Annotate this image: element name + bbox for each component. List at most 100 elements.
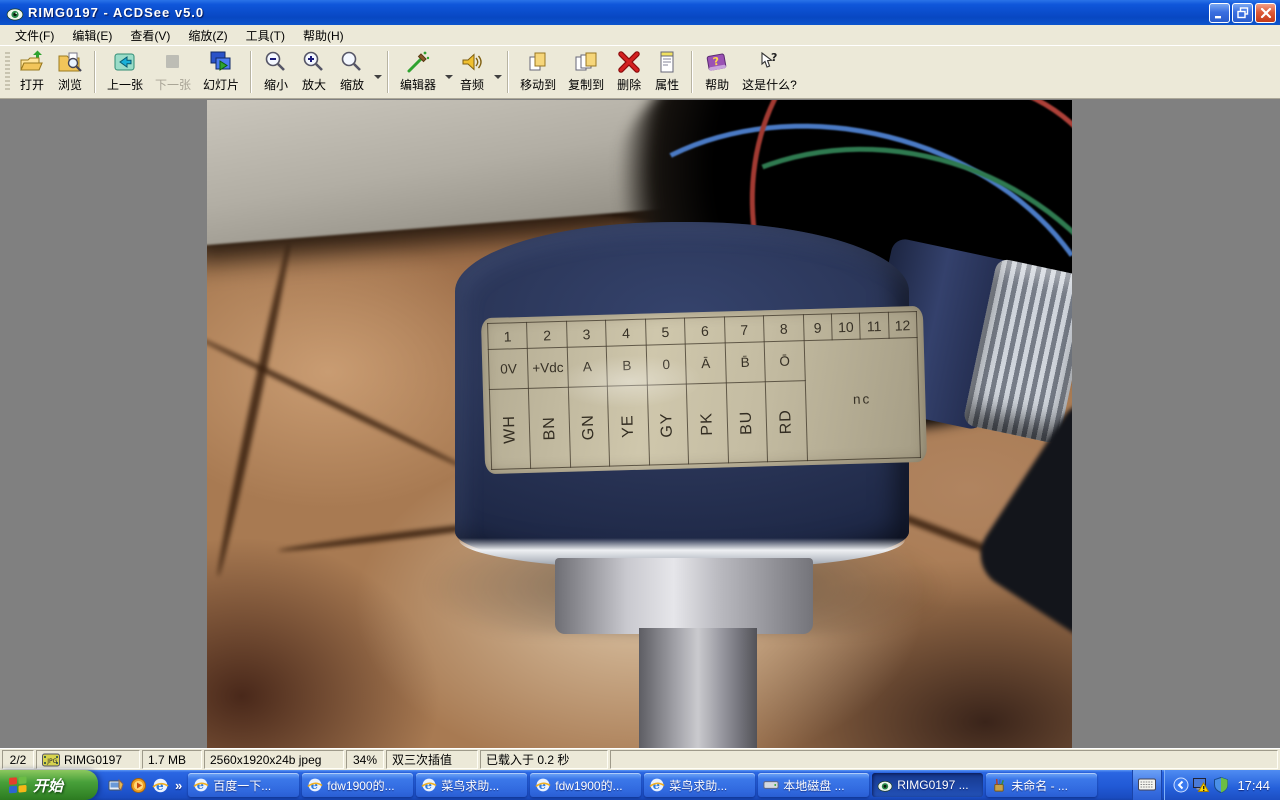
status-filesize: 1.7 MB <box>142 750 202 769</box>
properties-button[interactable]: 属性 <box>648 48 686 96</box>
start-label: 开始 <box>33 775 63 796</box>
photo-encoder-shaft <box>639 628 757 748</box>
photo-crack <box>214 243 293 577</box>
toolbar-button-label: 帮助 <box>705 76 729 93</box>
display-warning-tray-icon[interactable] <box>1193 777 1209 793</box>
taskbar-button-cainiao-1[interactable]: e 菜鸟求助... <box>416 773 527 797</box>
toolbar-button-label: 打开 <box>20 76 44 93</box>
zoom-icon <box>339 50 365 74</box>
acdsee-window: RIMG0197 - ACDSee v5.0 文件(F) 编辑(E) 查看(V)… <box>0 0 1280 800</box>
menu-help[interactable]: 帮助(H) <box>294 25 353 46</box>
svg-text:e: e <box>425 778 432 792</box>
taskbar-button-acdsee-active[interactable]: RIMG0197 ... <box>872 773 983 797</box>
hide-icons-chevron-icon[interactable] <box>1173 777 1189 793</box>
help-button[interactable]: ? 帮助 <box>698 48 736 96</box>
taskbar-button-local-disk[interactable]: 本地磁盘 ... <box>758 773 869 797</box>
pin-cell: 11 <box>860 312 889 339</box>
copy-to-button[interactable]: 复制到 <box>562 48 610 96</box>
wire-color-cell: BU <box>726 382 768 463</box>
internet-explorer-icon[interactable]: e <box>152 777 169 794</box>
slideshow-button[interactable]: 幻灯片 <box>197 48 245 96</box>
taskbar-button-fdw1900-1[interactable]: e fdw1900的... <box>302 773 413 797</box>
open-button[interactable]: 打开 <box>13 48 51 96</box>
signal-cell: A <box>567 346 608 387</box>
toolbar-button-label: 复制到 <box>568 76 604 93</box>
start-button[interactable]: 开始 <box>0 770 98 800</box>
taskbar-button-fdw1900-2[interactable]: e fdw1900的... <box>530 773 641 797</box>
pin-cell: 1 <box>488 322 528 349</box>
toolbar-separator <box>387 51 389 93</box>
security-shield-tray-icon[interactable] <box>1213 777 1229 793</box>
browse-button[interactable]: 浏览 <box>51 48 89 96</box>
signal-cell: Ō <box>764 341 805 382</box>
audio-dropdown-arrow-icon[interactable] <box>494 75 502 79</box>
quick-launch-overflow-chevron[interactable]: » <box>175 778 182 793</box>
signal-cell: B <box>607 345 648 386</box>
pin-cell: 2 <box>527 321 567 348</box>
browse-icon <box>57 50 83 74</box>
photo-encoder-flange <box>555 558 813 634</box>
delete-button[interactable]: 删除 <box>610 48 648 96</box>
move-to-button[interactable]: 移动到 <box>514 48 562 96</box>
taskbar-button-baidu[interactable]: e 百度一下... <box>188 773 299 797</box>
previous-image-button[interactable]: 上一张 <box>101 48 149 96</box>
keyboard-icon <box>1138 778 1156 792</box>
menu-edit[interactable]: 编辑(E) <box>63 25 121 46</box>
minimize-button[interactable] <box>1209 3 1230 23</box>
toolbar-button-label: 缩小 <box>264 76 288 93</box>
restore-button[interactable] <box>1232 3 1253 23</box>
copy-to-icon <box>573 50 599 74</box>
toolbar-button-label: 这是什么? <box>742 76 797 93</box>
internet-explorer-icon: e <box>421 777 437 793</box>
wire-color-cell: WH <box>489 388 531 469</box>
wire-color-cell: PK <box>687 383 729 464</box>
minimize-icon <box>1214 8 1225 19</box>
internet-explorer-icon: e <box>307 777 323 793</box>
properties-icon <box>654 50 680 74</box>
acdsee-eye-icon <box>877 777 893 793</box>
slideshow-icon <box>208 50 234 74</box>
status-filename-seg: JPG RIMG0197 <box>36 750 140 769</box>
menu-tools[interactable]: 工具(T) <box>237 25 294 46</box>
whats-this-button[interactable]: ? 这是什么? <box>736 48 803 96</box>
local-disk-icon <box>763 777 779 793</box>
pin-cell: 12 <box>888 312 917 339</box>
internet-explorer-icon: e <box>193 777 209 793</box>
zoom-menu-button[interactable]: 缩放 <box>333 48 371 96</box>
taskbar-button-untitled-paint[interactable]: 未命名 - ... <box>986 773 1097 797</box>
menu-view[interactable]: 查看(V) <box>121 25 179 46</box>
delete-x-icon <box>616 50 642 74</box>
menu-zoom[interactable]: 缩放(Z) <box>179 25 236 46</box>
svg-text:e: e <box>311 778 318 792</box>
show-desktop-icon[interactable] <box>108 777 125 794</box>
language-bar[interactable] <box>1132 770 1162 800</box>
editor-wand-icon <box>405 50 431 74</box>
svg-text:e: e <box>197 778 204 792</box>
pin-cell: 10 <box>831 313 860 340</box>
zoom-in-icon <box>301 50 327 74</box>
zoom-out-button[interactable]: 缩小 <box>257 48 295 96</box>
pin-cell: 4 <box>606 319 646 346</box>
pin-cell: 6 <box>685 317 725 344</box>
editor-dropdown-arrow-icon[interactable] <box>445 75 453 79</box>
acdsee-eye-icon <box>6 4 24 22</box>
nc-cell: nc <box>804 338 921 461</box>
taskbar-button-cainiao-2[interactable]: e 菜鸟求助... <box>644 773 755 797</box>
audio-button[interactable]: 音频 <box>453 48 491 96</box>
toolbar-button-label: 放大 <box>302 76 326 93</box>
media-player-icon[interactable] <box>130 777 147 794</box>
zoom-dropdown-arrow-icon[interactable] <box>374 75 382 79</box>
editor-button[interactable]: 编辑器 <box>394 48 442 96</box>
toolbar-grip[interactable] <box>5 52 10 92</box>
toolbar-button-label: 删除 <box>617 76 641 93</box>
signal-cell: +Vdc <box>528 347 569 388</box>
close-button[interactable] <box>1255 3 1276 23</box>
system-tray: 17:44 <box>1164 770 1280 800</box>
internet-explorer-icon: e <box>649 777 665 793</box>
zoom-in-button[interactable]: 放大 <box>295 48 333 96</box>
toolbar-button-label: 缩放 <box>340 76 364 93</box>
tray-clock[interactable]: 17:44 <box>1237 778 1270 793</box>
menu-file[interactable]: 文件(F) <box>6 25 63 46</box>
status-bar: 2/2 JPG RIMG0197 1.7 MB 2560x1920x24b jp… <box>0 748 1280 770</box>
toolbar-button-label: 移动到 <box>520 76 556 93</box>
